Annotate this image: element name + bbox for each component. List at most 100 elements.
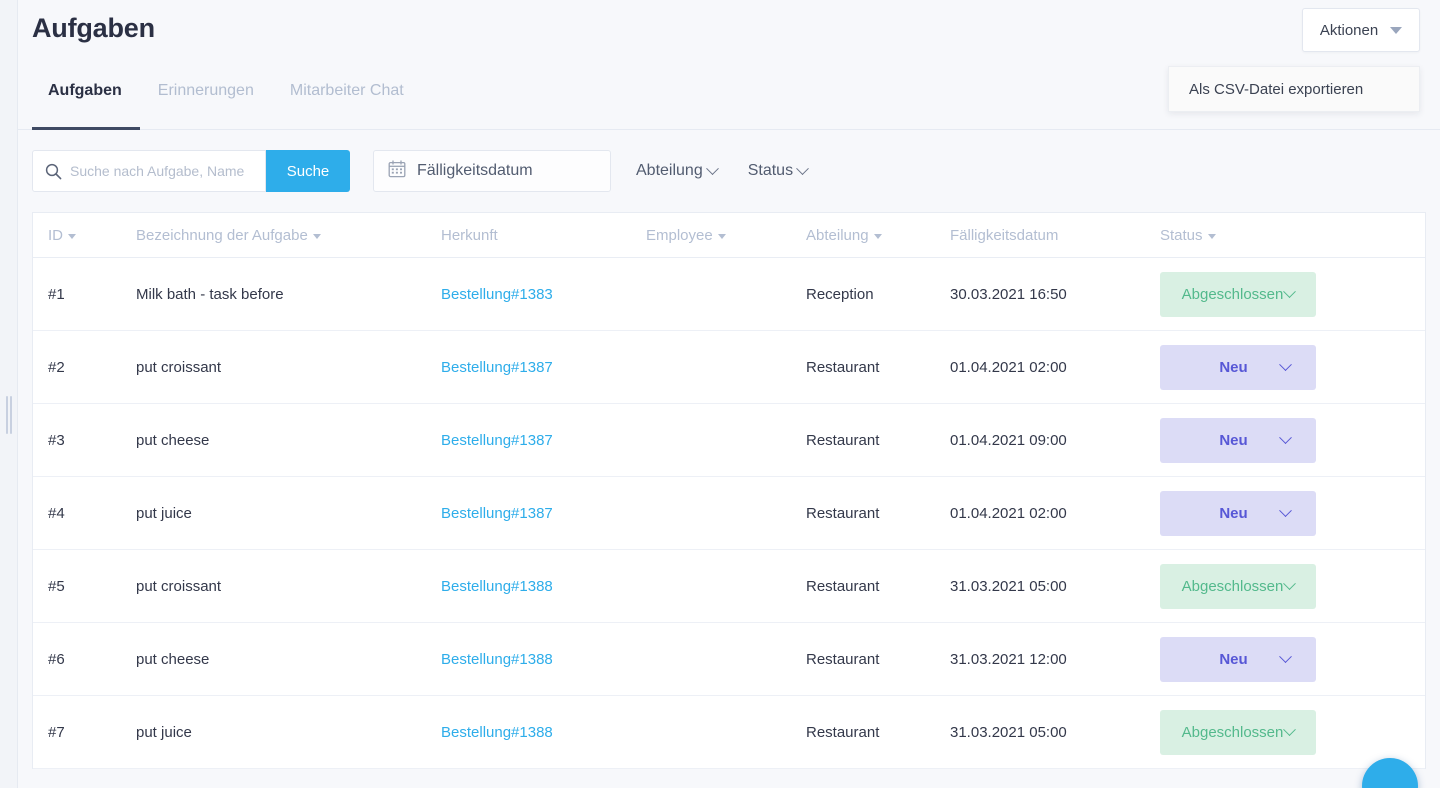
menu-item-export-csv[interactable]: Als CSV-Datei exportieren: [1169, 67, 1419, 111]
chevron-down-icon: [1283, 284, 1297, 298]
cell-task-name: put juice: [136, 723, 192, 741]
cell-due-date: 01.04.2021 09:00: [950, 431, 1067, 449]
tab-erinnerungen[interactable]: Erinnerungen: [140, 78, 272, 129]
search-icon: [45, 163, 62, 180]
chevron-down-icon: [1279, 357, 1292, 371]
cell-department: Restaurant: [806, 723, 880, 741]
status-badge-label: Neu: [1219, 504, 1248, 522]
cell-id: #5: [48, 577, 65, 595]
cell-source: Bestellung#1387: [441, 359, 646, 376]
cell-source: Bestellung#1388: [441, 724, 646, 741]
cell-due-date: 30.03.2021 16:50: [950, 285, 1067, 303]
cell-id: #4: [48, 504, 65, 522]
cell-due-date: 31.03.2021 12:00: [950, 650, 1067, 668]
status-badge-label: Abgeschlossen: [1181, 723, 1284, 741]
cell-department: Reception: [806, 285, 874, 303]
chevron-down-icon: [1390, 26, 1403, 34]
cell-status: Neu: [1160, 417, 1390, 463]
table-row[interactable]: #4 put juice Bestellung#1387 Restaurant 01.0…: [33, 477, 1425, 550]
source-link[interactable]: Bestellung#1387: [441, 359, 553, 376]
cell-source: Bestellung#1388: [441, 578, 646, 595]
cell-source: Bestellung#1388: [441, 651, 646, 668]
tasks-table: ID Bezeichnung der Aufgabe Herkunft Empl…: [32, 212, 1426, 769]
cell-department: Restaurant: [806, 577, 880, 595]
cell-id: #1: [48, 285, 65, 303]
source-link[interactable]: Bestellung#1388: [441, 651, 553, 668]
column-header-employee[interactable]: Employee: [646, 227, 806, 244]
table-row[interactable]: #2 put croissant Bestellung#1387 Restaurant…: [33, 331, 1425, 404]
status-filter-label: Status: [747, 162, 794, 179]
cell-status: Abgeschlossen: [1160, 563, 1390, 609]
cell-due-date: 31.03.2021 05:00: [950, 723, 1067, 741]
tab-aufgaben[interactable]: Aufgaben: [32, 78, 140, 130]
filter-bar: Suche Fälligkeitsdatum A: [18, 130, 1440, 212]
sort-caret-icon: [68, 233, 76, 239]
source-link[interactable]: Bestellung#1388: [441, 578, 553, 595]
status-badge-label: Neu: [1219, 358, 1248, 376]
column-header-id[interactable]: ID: [33, 227, 136, 244]
table-row[interactable]: #1 Milk bath - task before Bestellung#1383…: [33, 258, 1425, 331]
cell-task-name: put cheese: [136, 431, 210, 449]
calendar-icon: [388, 159, 406, 183]
actions-dropdown-menu[interactable]: Als CSV-Datei exportieren: [1168, 66, 1420, 112]
source-link[interactable]: Bestellung#1388: [441, 724, 553, 741]
chevron-down-icon: [1279, 430, 1292, 444]
status-badge-new[interactable]: Neu: [1160, 417, 1316, 463]
status-filter[interactable]: Status: [747, 161, 809, 180]
table-row[interactable]: #5 put croissant Bestellung#1388 Restaurant…: [33, 550, 1425, 623]
column-header-status[interactable]: Status: [1160, 227, 1390, 244]
search-group: Suche: [32, 150, 350, 192]
actions-button[interactable]: Aktionen: [1302, 8, 1420, 52]
left-edge-rail: [0, 0, 18, 788]
sort-caret-icon: [312, 233, 321, 239]
column-header-label: Bezeichnung der Aufgabe: [136, 226, 308, 244]
status-badge-label: Neu: [1219, 650, 1248, 668]
source-link[interactable]: Bestellung#1387: [441, 432, 553, 449]
page-title: Aufgaben: [32, 13, 155, 43]
column-header-label: Status: [1160, 226, 1203, 244]
status-badge-label: Abgeschlossen: [1181, 577, 1284, 595]
table-header-row: ID Bezeichnung der Aufgabe Herkunft Empl…: [33, 213, 1425, 258]
cell-department: Restaurant: [806, 431, 880, 449]
cell-task-name: put croissant: [136, 577, 222, 595]
cell-task-name: put croissant: [136, 358, 222, 376]
cell-id: #6: [48, 650, 65, 668]
search-input-box[interactable]: [32, 150, 266, 192]
table-row[interactable]: #6 put cheese Bestellung#1388 Restaurant 31.…: [33, 623, 1425, 696]
status-badge-done[interactable]: Abgeschlossen: [1160, 271, 1316, 317]
status-badge-new[interactable]: Neu: [1160, 490, 1316, 536]
search-input[interactable]: [70, 163, 252, 179]
sidebar-drag-handle[interactable]: [5, 396, 12, 434]
column-header-label: Fälligkeitsdatum: [950, 226, 1059, 244]
drag-handle-bar: [9, 396, 12, 434]
table-row[interactable]: #3 put cheese Bestellung#1387 Restaurant 01.…: [33, 404, 1425, 477]
status-badge-new[interactable]: Neu: [1160, 344, 1316, 390]
cell-task-name: put juice: [136, 504, 192, 522]
status-badge-new[interactable]: Neu: [1160, 636, 1316, 682]
cell-source: Bestellung#1387: [441, 432, 646, 449]
status-badge-done[interactable]: Abgeschlossen: [1160, 709, 1316, 755]
chevron-down-icon: [1283, 722, 1297, 736]
actions-button-label: Aktionen: [1319, 21, 1379, 39]
cell-due-date: 31.03.2021 05:00: [950, 577, 1067, 595]
status-badge-done[interactable]: Abgeschlossen: [1160, 563, 1316, 609]
due-date-filter[interactable]: Fälligkeitsdatum: [373, 150, 611, 192]
chevron-down-icon: [796, 161, 809, 175]
drag-handle-bar: [5, 396, 8, 434]
column-header-label: Herkunft: [441, 226, 498, 244]
cell-status: Abgeschlossen: [1160, 271, 1390, 317]
search-button[interactable]: Suche: [266, 150, 350, 192]
cell-id: #7: [48, 723, 65, 741]
column-header-label: Abteilung: [806, 226, 869, 244]
column-header-department[interactable]: Abteilung: [806, 227, 950, 244]
table-row[interactable]: #7 put juice Bestellung#1388 Restaurant 31.0…: [33, 696, 1425, 769]
column-header-due-date: Fälligkeitsdatum: [950, 227, 1160, 244]
department-filter[interactable]: Abteilung: [636, 161, 719, 180]
column-header-task[interactable]: Bezeichnung der Aufgabe: [136, 227, 441, 244]
source-link[interactable]: Bestellung#1387: [441, 505, 553, 522]
source-link[interactable]: Bestellung#1383: [441, 286, 553, 303]
cell-source: Bestellung#1383: [441, 286, 646, 303]
status-badge-label: Abgeschlossen: [1181, 285, 1284, 303]
tab-mitarbeiter-chat[interactable]: Mitarbeiter Chat: [272, 78, 422, 129]
status-badge-label: Neu: [1219, 431, 1248, 449]
